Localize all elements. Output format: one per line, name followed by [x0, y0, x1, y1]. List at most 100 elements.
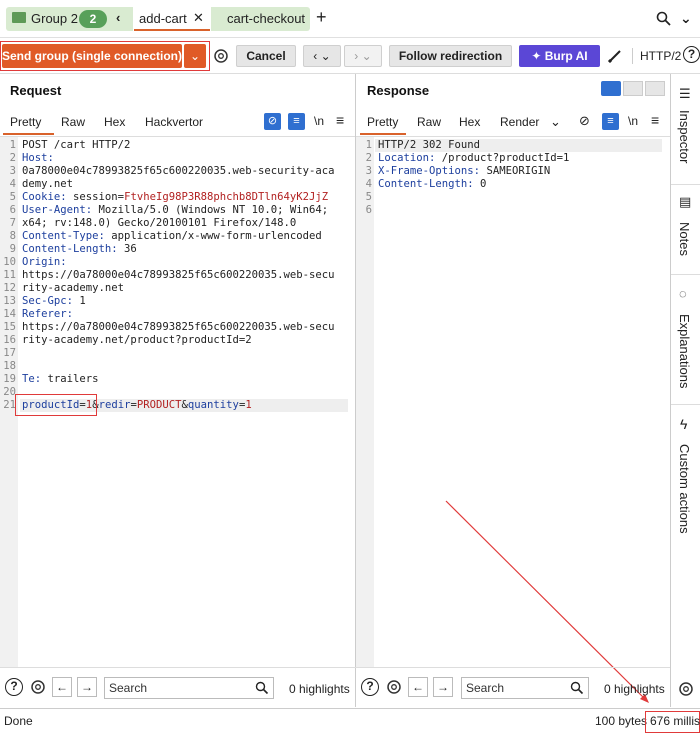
code-line: 0a78000e04c78993825f65c600220035.web-sec…: [22, 165, 335, 177]
tab-pretty[interactable]: Pretty: [367, 110, 398, 134]
code-line: X-Frame-Options: SAMEORIGIN: [378, 165, 550, 177]
header-value: 0: [473, 178, 487, 190]
wrap-icon[interactable]: ≡: [602, 113, 619, 130]
gear-icon[interactable]: [677, 680, 695, 698]
newline-toggle[interactable]: \n: [628, 114, 638, 128]
request-search-input[interactable]: Search: [104, 677, 274, 699]
request-highlights-count: 0 highlights: [289, 682, 350, 696]
body-token: redir: [98, 399, 131, 411]
arrow-left-icon[interactable]: ←: [408, 677, 428, 697]
group-label[interactable]: Group 2: [31, 7, 78, 31]
hide-icon[interactable]: ⊘: [264, 113, 281, 130]
arrow-right-icon[interactable]: →: [433, 677, 453, 697]
code-line: https://0a78000e04c78993825f65c600220035…: [22, 269, 335, 281]
help-icon[interactable]: ?: [5, 678, 23, 696]
tab-hex[interactable]: Hex: [104, 110, 125, 134]
header-name: Origin:: [22, 256, 67, 268]
tab-raw[interactable]: Raw: [417, 110, 441, 134]
lightbulb-icon[interactable]: ◌: [679, 286, 687, 301]
menu-icon[interactable]: ≡: [651, 112, 659, 128]
line-number: 9: [9, 243, 16, 255]
hide-icon[interactable]: ⊘: [579, 113, 590, 129]
close-icon[interactable]: ✕: [193, 10, 204, 26]
send-group-button[interactable]: Send group (single connection): [2, 44, 182, 68]
history-forward-button[interactable]: › ⌄: [344, 45, 382, 67]
layout-horizontal-icon[interactable]: [623, 81, 643, 96]
layout-split-icon[interactable]: [601, 81, 621, 96]
burp-ai-button[interactable]: ✦ Burp AI: [519, 45, 600, 67]
header-name: Host:: [22, 152, 54, 164]
header-name: User-Agent:: [22, 204, 93, 216]
line-number: 20: [3, 386, 16, 398]
arrow-left-icon[interactable]: ←: [52, 677, 72, 697]
header-name: Location:: [378, 152, 436, 164]
help-icon[interactable]: ?: [361, 678, 379, 696]
cancel-button[interactable]: Cancel: [236, 45, 296, 67]
line-number: 18: [3, 360, 16, 372]
tab-bar: Group 2 2 ‹ add-cart ✕ cart-checkout + ⌄: [0, 0, 700, 38]
arrow-right-icon[interactable]: →: [77, 677, 97, 697]
tab-hex[interactable]: Hex: [459, 110, 480, 134]
toolbar-divider: [632, 48, 633, 64]
header-name: Content-Length:: [378, 178, 474, 190]
code-line: demy.net: [22, 178, 74, 190]
search-icon[interactable]: [656, 11, 672, 27]
header-name: X-Frame-Options:: [378, 165, 481, 177]
add-tab-icon[interactable]: +: [316, 7, 327, 28]
line-number: 6: [9, 204, 16, 216]
request-title: Request: [10, 83, 62, 98]
tab-pretty[interactable]: Pretty: [10, 110, 41, 134]
right-sidebar: ☰ Inspector ▤ Notes ◌ Explanations ϟ Cus…: [670, 74, 700, 707]
tab-add-cart[interactable]: add-cart ✕: [133, 7, 211, 31]
notes-tab[interactable]: Notes: [677, 222, 692, 256]
pretty-underline: [360, 133, 406, 135]
sparkle-icon: ✦: [531, 49, 545, 63]
line-number: 2: [365, 152, 372, 164]
inspector-tab[interactable]: Inspector: [677, 110, 692, 163]
search-placeholder: Search: [466, 681, 505, 695]
layout-single-icon[interactable]: [645, 81, 665, 96]
custom-actions-tab[interactable]: Custom actions: [677, 444, 692, 534]
chevron-down-icon[interactable]: ⌄: [680, 10, 692, 27]
line-number: 13: [3, 295, 16, 307]
line-number: 3: [9, 165, 16, 177]
send-dropdown-button[interactable]: ⌄: [184, 44, 206, 68]
help-icon[interactable]: ?: [683, 46, 700, 63]
menu-icon[interactable]: ≡: [336, 112, 344, 128]
code-line: HTTP/2 302 Found: [378, 139, 481, 151]
follow-redirection-button[interactable]: Follow redirection: [389, 45, 512, 67]
tab-raw[interactable]: Raw: [61, 110, 85, 134]
tab-hackvertor[interactable]: Hackvertor: [145, 110, 203, 134]
response-subtabs: Pretty Raw Hex Render ⌄: [356, 110, 670, 134]
response-highlights-count: 0 highlights: [604, 682, 665, 696]
code-line: Location: /product?productId=1: [378, 152, 569, 164]
tab-cart-checkout[interactable]: cart-checkout: [227, 7, 305, 31]
sidebar-divider: [671, 274, 700, 275]
line-number: 1: [365, 139, 372, 151]
response-gutter: [356, 137, 374, 667]
header-name: Te:: [22, 373, 42, 385]
newline-toggle[interactable]: \n: [314, 114, 324, 128]
body-token: quantity: [187, 399, 239, 411]
response-search-input[interactable]: Search: [461, 677, 589, 699]
history-back-button[interactable]: ‹ ⌄: [303, 45, 341, 67]
tab-render[interactable]: Render: [500, 110, 539, 134]
http-version-label[interactable]: HTTP/2: [640, 49, 681, 63]
lightning-icon[interactable]: ϟ: [680, 416, 687, 432]
code-line: Host:: [22, 152, 54, 164]
sidebar-divider: [671, 404, 700, 405]
wrap-icon[interactable]: ≡: [288, 113, 305, 130]
group-count-badge: 2: [79, 10, 107, 28]
header-value: trailers: [41, 373, 99, 385]
gear-icon[interactable]: [29, 678, 47, 696]
chevron-left-icon[interactable]: ‹: [116, 10, 120, 25]
chevron-down-icon[interactable]: ⌄: [550, 110, 561, 134]
gear-icon[interactable]: [385, 678, 403, 696]
line-number: 7: [9, 217, 16, 229]
notes-icon[interactable]: ▤: [679, 194, 691, 210]
gear-icon[interactable]: [212, 47, 230, 65]
pencil-icon[interactable]: [606, 47, 624, 65]
line-number: 17: [3, 347, 16, 359]
explanations-tab[interactable]: Explanations: [677, 314, 692, 388]
inspector-icon[interactable]: ☰: [679, 86, 691, 102]
